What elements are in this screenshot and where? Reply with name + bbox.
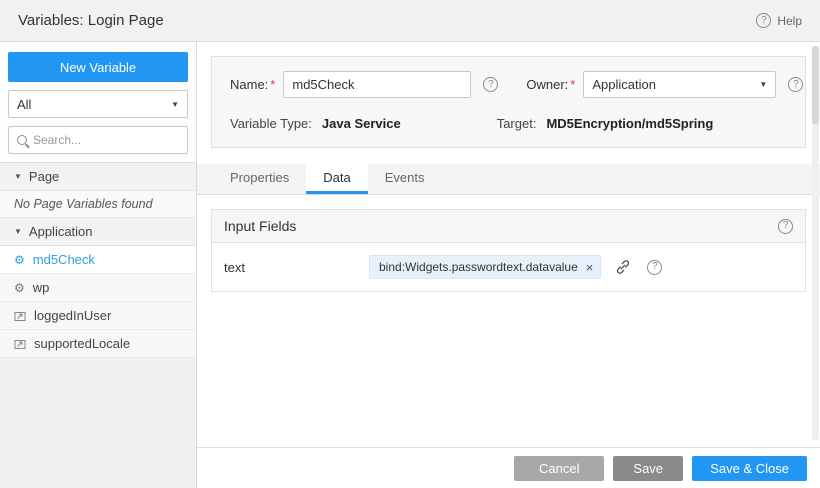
variables-dialog: Variables: Login Page ? Help New Variabl…: [0, 0, 820, 488]
owner-selected-value: Application: [592, 77, 656, 92]
detail-scroll-area: Name:* ? Owner:* Application ▼: [197, 42, 820, 447]
help-button[interactable]: ? Help: [756, 13, 802, 28]
sidebar-item-supportedlocale[interactable]: supportedLocale: [0, 330, 196, 358]
new-variable-button[interactable]: New Variable: [8, 52, 188, 82]
owner-help-icon[interactable]: ?: [788, 77, 803, 92]
bind-expression-chip[interactable]: bind:Widgets.passwordtext.datavalue ×: [369, 255, 601, 279]
tab-events[interactable]: Events: [368, 164, 442, 194]
vertical-scrollbar[interactable]: [812, 46, 819, 440]
name-help-icon[interactable]: ?: [483, 77, 498, 92]
sidebar-item-md5check[interactable]: ⚙ md5Check: [0, 246, 196, 274]
input-fields-title: Input Fields: [224, 218, 296, 234]
tree-section-label: Page: [29, 169, 59, 184]
empty-page-variables-message: No Page Variables found: [0, 191, 196, 218]
tree-item-label: supportedLocale: [34, 336, 130, 351]
tab-properties[interactable]: Properties: [213, 164, 306, 194]
field-row-text: text bind:Widgets.passwordtext.datavalue…: [212, 243, 805, 291]
variable-summary-panel: Name:* ? Owner:* Application ▼: [211, 56, 806, 148]
scrollbar-thumb[interactable]: [812, 46, 819, 124]
name-label: Name:*: [230, 77, 275, 92]
search-icon: [17, 135, 27, 145]
variables-tree: ▼ Page No Page Variables found ▼ Applica…: [0, 162, 196, 488]
dialog-footer: Cancel Save Save & Close: [197, 447, 820, 488]
variable-filter-select[interactable]: All ▼: [8, 90, 188, 118]
type-target-row: Variable Type: Java Service Target: MD5E…: [230, 116, 787, 131]
variable-type-value: Java Service: [322, 116, 401, 131]
required-asterisk: *: [270, 77, 275, 92]
search-input[interactable]: [33, 133, 188, 147]
caret-down-icon: ▼: [14, 172, 22, 181]
tree-item-label: wp: [33, 280, 50, 295]
live-variable-icon: [14, 310, 26, 322]
input-fields-panel: Input Fields ? text bind:Widgets.passwor…: [211, 209, 806, 292]
bind-expression-text: bind:Widgets.passwordtext.datavalue: [379, 260, 578, 274]
chevron-down-icon: ▼: [759, 80, 767, 89]
save-and-close-button[interactable]: Save & Close: [692, 456, 807, 481]
sidebar-item-loggedinuser[interactable]: loggedInUser: [0, 302, 196, 330]
search-box: [8, 126, 188, 154]
tree-section-label: Application: [29, 224, 93, 239]
live-variable-icon: [14, 338, 26, 350]
owner-label: Owner:*: [526, 77, 575, 92]
tree-item-label: loggedInUser: [34, 308, 111, 323]
help-icon: ?: [756, 13, 771, 28]
tree-item-label: md5Check: [33, 252, 95, 267]
service-variable-icon: ⚙: [14, 254, 25, 266]
variables-sidebar: New Variable All ▼ ▼ Page No Page Variab…: [0, 42, 197, 488]
save-button[interactable]: Save: [613, 456, 683, 481]
caret-down-icon: ▼: [14, 227, 22, 236]
service-variable-icon: ⚙: [14, 282, 25, 294]
owner-group: Owner:* Application ▼ ?: [526, 71, 803, 98]
sidebar-controls: New Variable All ▼: [0, 42, 196, 162]
target-label: Target:: [497, 116, 537, 131]
dialog-header: Variables: Login Page ? Help: [0, 0, 820, 42]
page-title: Variables: Login Page: [18, 12, 164, 29]
variable-detail-pane: Name:* ? Owner:* Application ▼: [197, 42, 820, 488]
sidebar-empty-area: [0, 358, 196, 488]
tab-data[interactable]: Data: [306, 164, 367, 194]
bind-link-icon[interactable]: [615, 259, 631, 275]
dialog-body: New Variable All ▼ ▼ Page No Page Variab…: [0, 42, 820, 488]
cancel-button[interactable]: Cancel: [514, 456, 604, 481]
help-label: Help: [777, 14, 802, 28]
input-fields-header: Input Fields ?: [212, 210, 805, 243]
field-name-label: text: [224, 260, 369, 275]
target-group: Target: MD5Encryption/md5Spring: [497, 116, 714, 131]
variable-name-input[interactable]: [283, 71, 471, 98]
close-icon[interactable]: ×: [586, 261, 594, 274]
sidebar-item-wp[interactable]: ⚙ wp: [0, 274, 196, 302]
variable-type-label: Variable Type:: [230, 116, 312, 131]
tree-section-application[interactable]: ▼ Application: [0, 218, 196, 246]
target-value: MD5Encryption/md5Spring: [546, 116, 713, 131]
input-fields-help-icon[interactable]: ?: [778, 219, 793, 234]
tree-section-page[interactable]: ▼ Page: [0, 163, 196, 191]
required-asterisk: *: [570, 77, 575, 92]
detail-tabs: Properties Data Events: [197, 164, 820, 195]
field-help-icon[interactable]: ?: [647, 260, 662, 275]
chevron-down-icon: ▼: [171, 100, 179, 109]
owner-select[interactable]: Application ▼: [583, 71, 776, 98]
name-owner-row: Name:* ? Owner:* Application ▼: [230, 71, 787, 98]
filter-selected-value: All: [17, 97, 31, 112]
